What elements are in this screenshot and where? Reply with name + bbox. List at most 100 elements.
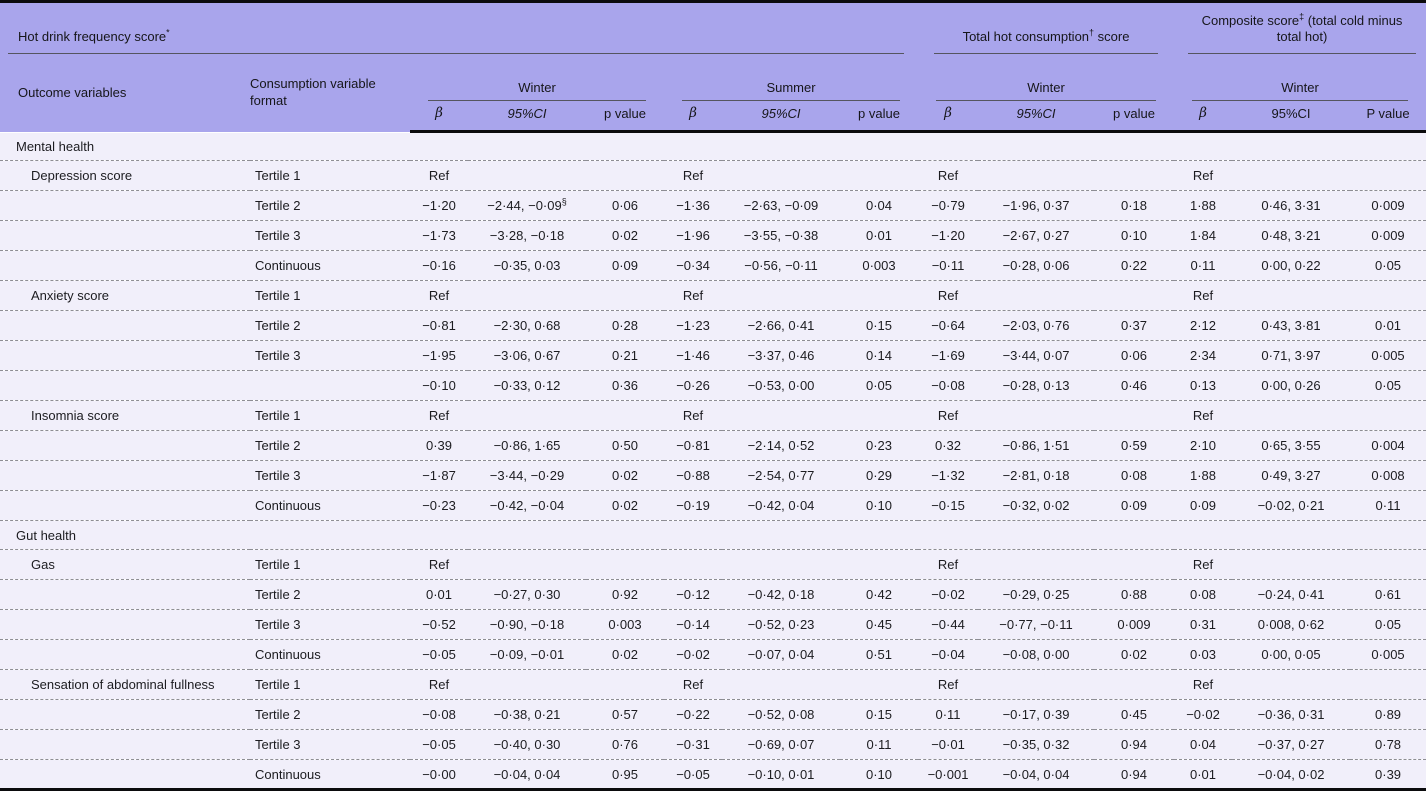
value-cell: 0·57	[586, 700, 664, 730]
value-cell: 0·004	[1350, 431, 1426, 461]
consumption-format-cell	[250, 371, 410, 401]
value-cell	[1232, 550, 1350, 580]
value-cell: 0·11	[918, 700, 978, 730]
table-row: Continuous−0·00−0·04, 0·040·95−0·05−0·10…	[0, 760, 1426, 790]
value-cell	[978, 670, 1094, 700]
group-header-row: Hot drink frequency score* Total hot con…	[0, 2, 1426, 54]
value-cell: 0·00, 0·22	[1232, 251, 1350, 281]
value-cell: 0·01	[840, 221, 918, 251]
value-cell: Ref	[664, 281, 722, 311]
value-cell: 0·76	[586, 730, 664, 760]
table-row: Tertile 3−0·05−0·40, 0·300·76−0·31−0·69,…	[0, 730, 1426, 760]
value-cell: 0·32	[918, 431, 978, 461]
value-cell: −1·96	[664, 221, 722, 251]
value-cell	[978, 550, 1094, 580]
value-cell: 0·009	[1350, 221, 1426, 251]
group-label: Total hot consumption	[963, 29, 1089, 44]
value-cell: 0·36	[586, 371, 664, 401]
value-cell: 0·46, 3·31	[1232, 191, 1350, 221]
value-cell	[1350, 670, 1426, 700]
value-cell	[586, 550, 664, 580]
value-cell	[1350, 550, 1426, 580]
value-cell: −1·20	[918, 221, 978, 251]
value-cell	[1094, 670, 1174, 700]
group-header-composite-score: Composite score‡ (total cold minus total…	[1174, 2, 1426, 54]
value-cell: Ref	[410, 670, 468, 700]
value-cell: 2·12	[1174, 311, 1232, 341]
value-cell: 0·09	[1094, 491, 1174, 521]
value-cell: −0·02	[918, 580, 978, 610]
outcome-variable-cell	[0, 760, 250, 790]
season-header-summer: Summer	[664, 54, 918, 101]
consumption-format-cell: Tertile 1	[250, 401, 410, 431]
value-cell: −0·26	[664, 371, 722, 401]
column-header-consumption-variable-format: Consumption variable format	[250, 54, 410, 132]
value-cell: −2·03, 0·76	[978, 311, 1094, 341]
value-cell: −3·37, 0·46	[722, 341, 840, 371]
value-cell: 0·05	[840, 371, 918, 401]
value-cell: 0·15	[840, 700, 918, 730]
column-header-beta: β	[664, 101, 722, 132]
section-row: Gut health	[0, 521, 1426, 550]
value-cell: 0·78	[1350, 730, 1426, 760]
value-cell	[978, 161, 1094, 191]
value-cell: 1·88	[1174, 191, 1232, 221]
consumption-format-cell: Continuous	[250, 251, 410, 281]
value-cell: −2·63, −0·09	[722, 191, 840, 221]
consumption-format-cell: Tertile 2	[250, 191, 410, 221]
column-header-p: p value	[840, 101, 918, 132]
value-cell: Ref	[1174, 401, 1232, 431]
value-cell: −2·30, 0·68	[468, 311, 586, 341]
value-cell: −0·04, 0·04	[468, 760, 586, 790]
value-cell	[468, 161, 586, 191]
value-cell	[586, 401, 664, 431]
value-cell: 0·03	[1174, 640, 1232, 670]
season-header-row: Outcome variables Consumption variable f…	[0, 54, 1426, 101]
value-cell: −0·77, −0·11	[978, 610, 1094, 640]
value-cell: 0·37	[1094, 311, 1174, 341]
value-cell: −0·79	[918, 191, 978, 221]
season-header-winter-3: Winter	[1174, 54, 1426, 101]
value-cell: −0·24, 0·41	[1232, 580, 1350, 610]
outcome-variable-cell	[0, 221, 250, 251]
value-cell	[468, 401, 586, 431]
value-cell: −0·28, 0·06	[978, 251, 1094, 281]
value-cell	[1232, 401, 1350, 431]
outcome-variable-cell	[0, 700, 250, 730]
value-cell: −0·90, −0·18	[468, 610, 586, 640]
value-cell: 0·02	[1094, 640, 1174, 670]
value-cell: −0·86, 1·65	[468, 431, 586, 461]
outcome-variable-cell	[0, 251, 250, 281]
value-cell: 0·45	[1094, 700, 1174, 730]
value-cell: −0·15	[918, 491, 978, 521]
value-cell: 0·14	[840, 341, 918, 371]
value-cell: −0·08, 0·00	[978, 640, 1094, 670]
value-cell: 0·05	[1350, 610, 1426, 640]
column-header-p: P value	[1350, 101, 1426, 132]
consumption-format-cell: Tertile 3	[250, 341, 410, 371]
value-cell: 0·61	[1350, 580, 1426, 610]
value-cell: 0·45	[840, 610, 918, 640]
section-row: Mental health	[0, 132, 1426, 161]
value-cell: −0·04, 0·04	[978, 760, 1094, 790]
value-cell: 1·88	[1174, 461, 1232, 491]
value-cell: −0·02, 0·21	[1232, 491, 1350, 521]
value-cell: −0·02	[1174, 700, 1232, 730]
column-header-beta: β	[1174, 101, 1232, 132]
value-cell: −0·08	[410, 700, 468, 730]
value-cell: −0·07, 0·04	[722, 640, 840, 670]
value-cell: −1·46	[664, 341, 722, 371]
consumption-format-cell: Tertile 2	[250, 311, 410, 341]
value-cell: 0·09	[1174, 491, 1232, 521]
value-cell: 0·94	[1094, 760, 1174, 790]
value-cell: −0·00	[410, 760, 468, 790]
table-row: Tertile 20·01−0·27, 0·300·92−0·12−0·42, …	[0, 580, 1426, 610]
value-cell: 0·10	[840, 760, 918, 790]
value-cell: −3·44, 0·07	[978, 341, 1094, 371]
consumption-format-cell: Continuous	[250, 760, 410, 790]
value-cell: Ref	[918, 670, 978, 700]
value-cell	[1094, 401, 1174, 431]
column-header-beta: β	[410, 101, 468, 132]
column-header-p: p value	[586, 101, 664, 132]
value-cell: −0·64	[918, 311, 978, 341]
